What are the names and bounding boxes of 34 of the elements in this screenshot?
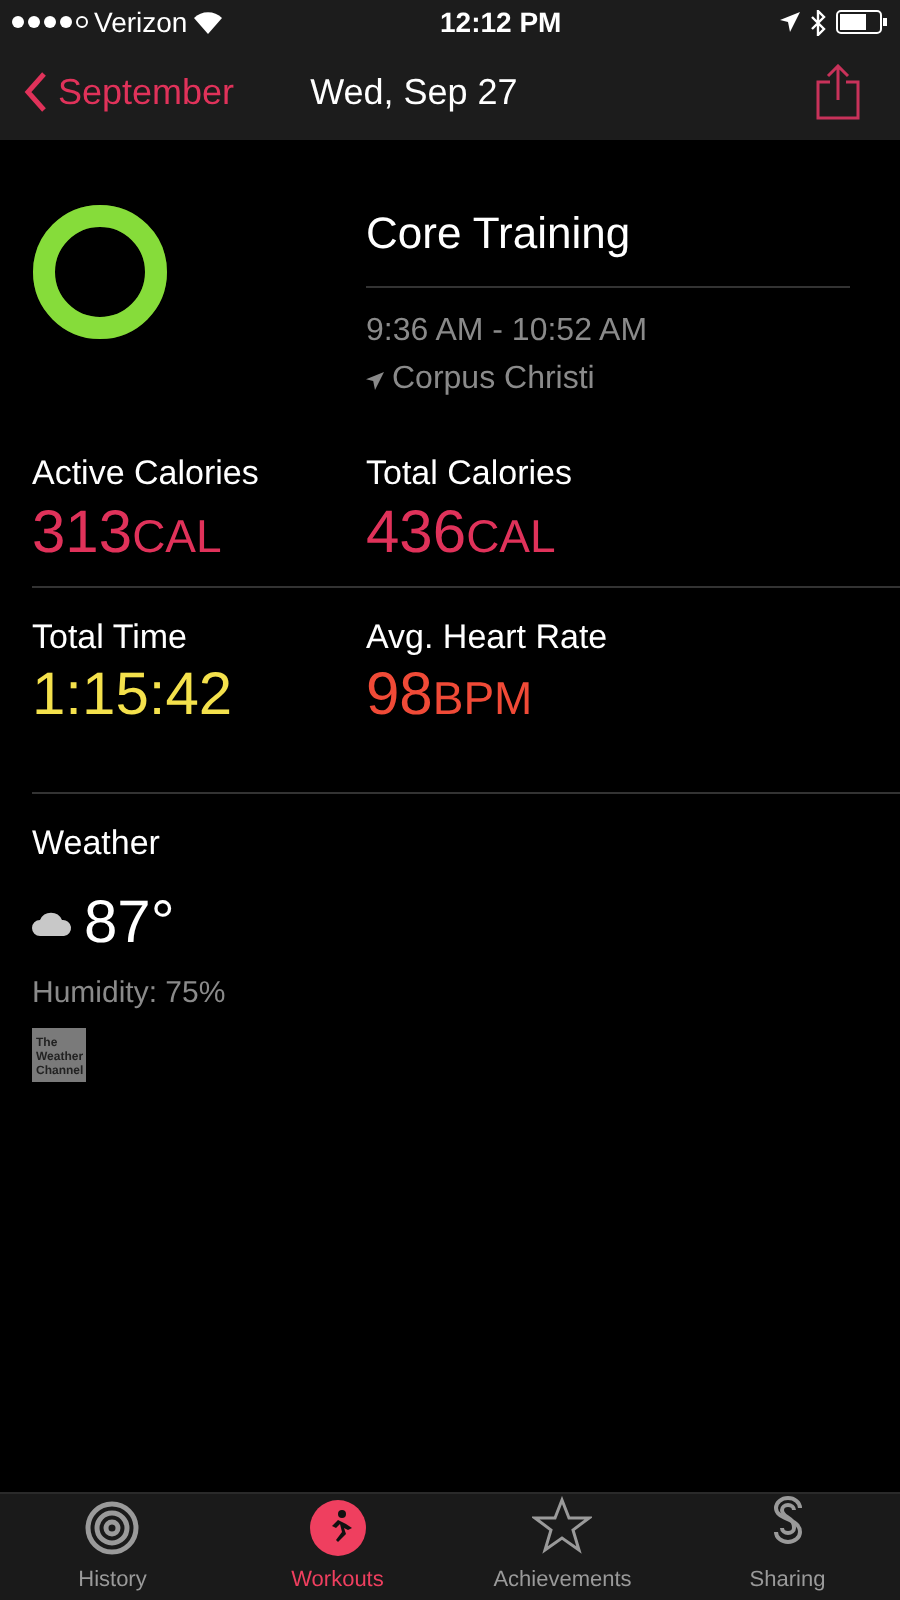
nav-title: Wed, Sep 27 (310, 69, 518, 116)
tab[interactable]: Workouts (225, 1494, 450, 1600)
rings-icon (84, 1499, 141, 1555)
wifi-icon (193, 11, 222, 33)
metric-value: 313CAL (32, 499, 224, 569)
tab[interactable]: History (0, 1494, 225, 1600)
temperature: 87° (84, 887, 175, 959)
star-icon (532, 1495, 593, 1555)
humidity: Humidity: 75% (32, 973, 228, 1013)
chevron-left-icon (24, 72, 46, 112)
metric-label: Total Calories (366, 452, 574, 496)
metric-label: Total Time (32, 615, 189, 659)
metric-label: Active Calories (32, 452, 261, 496)
metric-value: 98BPM (366, 662, 535, 732)
tab[interactable]: Achievements (450, 1494, 675, 1600)
metric-label: Avg. Heart Rate (366, 615, 610, 659)
location-arrow-icon (366, 371, 384, 389)
bluetooth-icon (810, 9, 826, 35)
metric-value: 1:15:42 (32, 662, 235, 730)
cloud-icon (32, 909, 72, 935)
back-button[interactable]: September (24, 65, 235, 119)
workout-location: Corpus Christi (392, 360, 595, 400)
tab[interactable]: Sharing (675, 1494, 900, 1600)
activity-ring (32, 204, 168, 340)
metric-value: 436CAL (366, 499, 558, 569)
workout-name: Core Training (366, 200, 850, 288)
workout-time-range: 9:36 AM - 10:52 AM (366, 312, 650, 352)
status-time: 12:12 PM (440, 3, 562, 41)
location-arrow-icon (780, 12, 800, 32)
runner-icon (309, 1499, 366, 1555)
carrier-name: Verizon (94, 3, 188, 41)
battery-icon (836, 10, 888, 34)
share-icon[interactable] (816, 64, 860, 120)
weather-title: Weather (32, 822, 162, 866)
